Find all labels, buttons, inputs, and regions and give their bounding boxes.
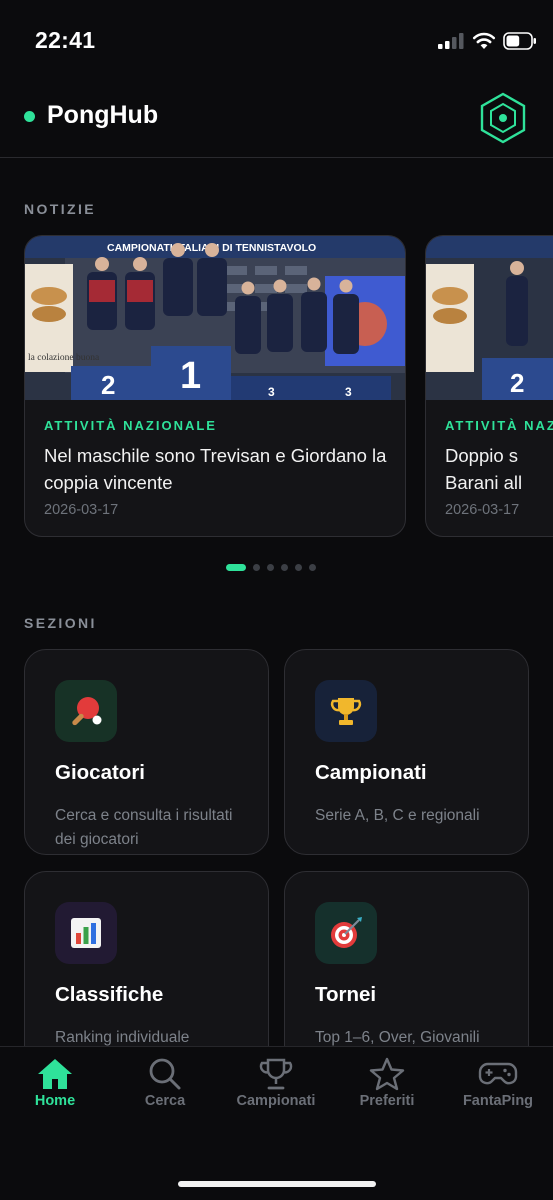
news-card[interactable]: CAMPIONATI ITALIANI DI TENNISTAVOLO la c… xyxy=(24,235,406,537)
app-header: PongHub xyxy=(0,82,553,158)
trophy-icon xyxy=(330,698,362,725)
star-icon xyxy=(369,1057,405,1091)
tab-label: Preferiti xyxy=(359,1093,415,1109)
wifi-icon xyxy=(472,32,496,49)
news-title: Nel maschile sono Trevisan e Giordano la… xyxy=(44,445,387,493)
news-title: Doppio s Barani all xyxy=(445,442,553,496)
tab-home[interactable]: Home xyxy=(0,1057,110,1117)
hexagon-target-logo-icon[interactable] xyxy=(479,92,527,144)
tile-description: Cerca e consulta i risultati dei giocato… xyxy=(55,807,233,848)
svg-text:2: 2 xyxy=(101,370,115,400)
pager-dot[interactable] xyxy=(267,564,274,571)
svg-text:2: 2 xyxy=(510,368,524,398)
status-dot xyxy=(24,111,35,122)
tile-description: Serie A, B, C e regionali xyxy=(315,807,480,824)
tab-cerca[interactable]: Cerca xyxy=(110,1057,220,1117)
pager-dot[interactable] xyxy=(309,564,316,571)
news-date: 2026-03-17 xyxy=(44,502,119,518)
pager-dot[interactable] xyxy=(253,564,260,571)
tab-label: Home xyxy=(34,1093,76,1109)
section-tile-tornei[interactable]: Tornei Top 1–6, Over, Giovanili xyxy=(284,871,529,1071)
tab-label: Cerca xyxy=(144,1093,186,1109)
tab-label: Campionati xyxy=(236,1093,316,1109)
news-title-line: Barani all xyxy=(445,472,523,493)
bar-chart-icon xyxy=(71,918,101,948)
app-title: PongHub xyxy=(47,101,159,129)
tile-icon-bg xyxy=(315,680,377,742)
section-tile-classifiche[interactable]: Classifiche Ranking individuale xyxy=(24,871,269,1071)
tab-campionati[interactable]: Campionati xyxy=(221,1057,331,1117)
section-tile-giocatori[interactable]: Giocatori Cerca e consulta i risultati d… xyxy=(24,649,269,855)
news-category: ATTIVITÀ NAZIONALE xyxy=(445,418,553,433)
home-icon xyxy=(38,1059,72,1089)
section-tile-campionati[interactable]: Campionati Serie A, B, C e regionali xyxy=(284,649,529,855)
news-card[interactable]: 2 ATTIVITÀ NAZIONALE Doppio s Barani all… xyxy=(425,235,553,537)
pager-dot[interactable] xyxy=(295,564,302,571)
sign-text: la colazione buona xyxy=(28,353,100,363)
podium-photo: 2 xyxy=(426,236,553,400)
tile-title: Giocatori xyxy=(55,761,145,784)
news-title-line: Doppio s xyxy=(445,445,519,466)
sections-section-label: SEZIONI xyxy=(24,615,97,631)
home-screen: 22:41 PongHub NOTIZIE CAMPIONATI ITALIAN… xyxy=(0,0,553,1200)
trophy-outline-icon xyxy=(259,1058,293,1090)
svg-text:3: 3 xyxy=(268,385,275,399)
tile-icon-bg xyxy=(55,902,117,964)
news-carousel[interactable]: CAMPIONATI ITALIANI DI TENNISTAVOLO la c… xyxy=(24,235,553,539)
dart-target-icon xyxy=(331,917,362,948)
tile-title: Campionati xyxy=(315,761,427,784)
podium-photo: CAMPIONATI ITALIANI DI TENNISTAVOLO la c… xyxy=(25,236,405,400)
svg-text:3: 3 xyxy=(345,385,352,399)
ping-pong-paddle-icon xyxy=(72,697,102,726)
tab-bar: Home Cerca Campionati Preferiti FantaPin… xyxy=(0,1046,553,1200)
tab-fantaping[interactable]: FantaPing xyxy=(443,1057,553,1117)
status-bar: 22:41 xyxy=(0,0,553,82)
tile-title: Classifiche xyxy=(55,983,164,1006)
news-date: 2026-03-17 xyxy=(445,502,520,518)
carousel-pager[interactable] xyxy=(226,564,316,571)
tab-label: FantaPing xyxy=(462,1093,534,1109)
tile-icon-bg xyxy=(315,902,377,964)
svg-text:1: 1 xyxy=(180,355,201,397)
cellular-signal-icon xyxy=(438,33,464,49)
tab-preferiti[interactable]: Preferiti xyxy=(332,1057,442,1117)
battery-icon xyxy=(503,32,536,50)
gamepad-icon xyxy=(478,1062,518,1085)
pager-dot[interactable] xyxy=(281,564,288,571)
home-indicator[interactable] xyxy=(178,1181,376,1187)
pager-dot[interactable] xyxy=(226,564,246,571)
search-icon xyxy=(149,1058,181,1090)
tile-icon-bg xyxy=(55,680,117,742)
tile-title: Tornei xyxy=(315,983,377,1006)
news-category: ATTIVITÀ NAZIONALE xyxy=(44,418,217,433)
status-time: 22:41 xyxy=(35,27,96,53)
news-section-label: NOTIZIE xyxy=(24,201,97,217)
